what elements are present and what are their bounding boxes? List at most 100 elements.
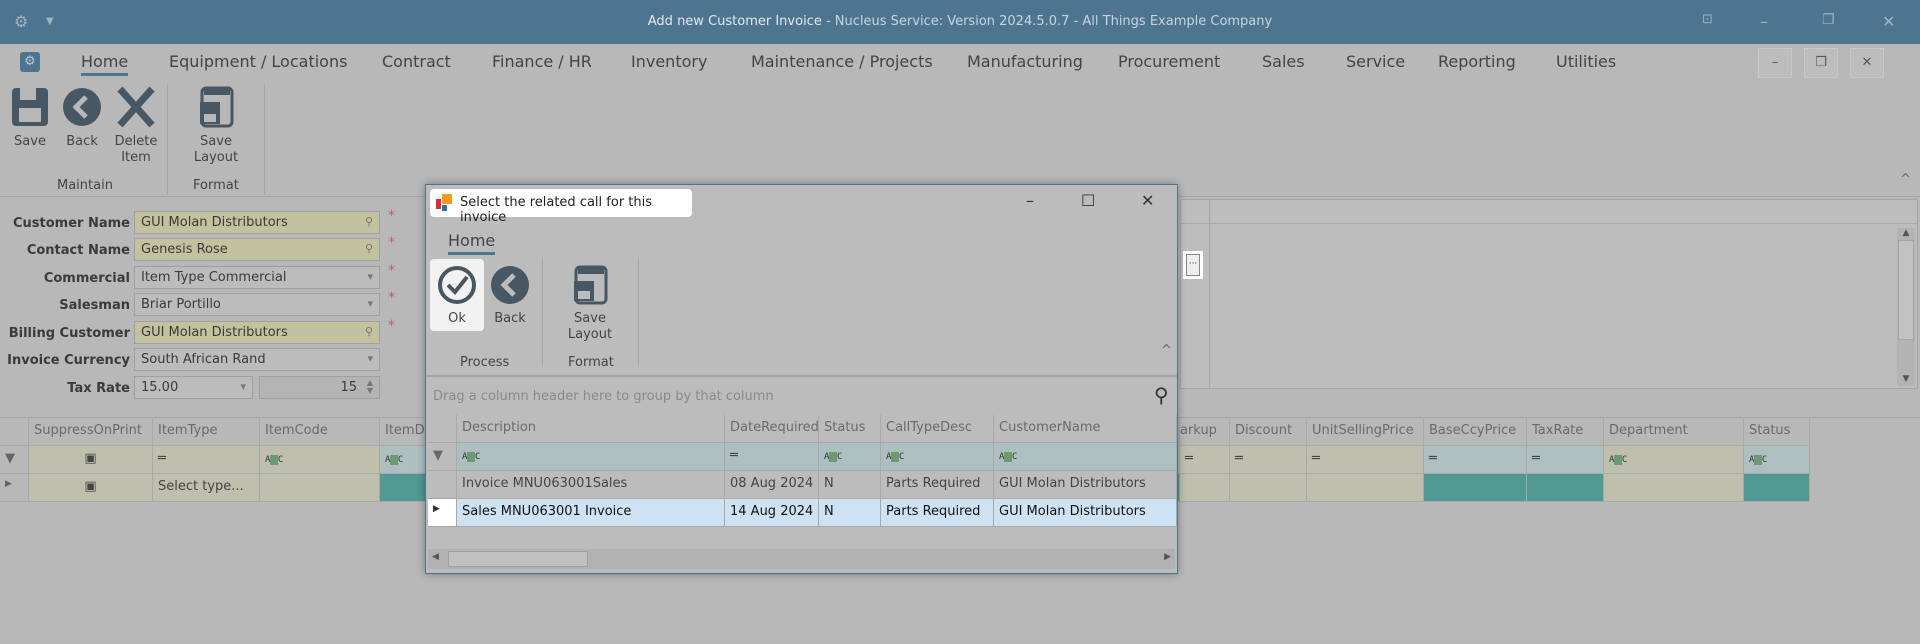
tab-contract[interactable]: Contract [382,52,451,71]
column-header[interactable]: Description [457,415,725,443]
customer-name-field[interactable]: GUI Molan Distributors ⚲ [134,211,380,234]
column-header[interactable]: TaxRate [1527,418,1604,446]
collapse-ribbon-icon[interactable]: ^ [1161,343,1172,358]
discount-cell[interactable] [1230,474,1307,502]
scroll-thumb[interactable] [448,551,588,567]
billing-customer-field[interactable]: GUI Molan Distributors ⚲ [134,321,380,344]
date-required-cell[interactable]: 14 Aug 2024 [725,499,819,527]
tax-rate-spinner[interactable]: 15 ▲ ▼ [259,376,380,399]
search-icon[interactable]: ⚲ [365,242,373,255]
column-header[interactable]: ItemType [153,418,260,446]
delete-item-button[interactable]: Delete Item [114,86,158,166]
tab-manufacturing[interactable]: Manufacturing [967,52,1083,71]
search-icon[interactable]: ⚲ [1154,383,1169,407]
item-code-cell[interactable] [260,474,380,502]
column-header[interactable]: arkup [1180,418,1230,446]
tab-sales[interactable]: Sales [1262,52,1305,71]
scroll-up-icon[interactable]: ▲ [1897,228,1915,238]
tab-procurement[interactable]: Procurement [1118,52,1220,71]
group-by-panel[interactable]: Drag a column header here to group by th… [433,389,774,404]
save-layout-button[interactable]: Save Layout [176,86,256,166]
filter-equals[interactable]: ═ [1424,446,1527,474]
mdi-close-button[interactable]: ✕ [1850,48,1884,78]
column-header[interactable]: ItemCode [260,418,380,446]
filter-equals[interactable]: ═ [725,443,819,471]
commercial-dropdown[interactable]: Item Type Commercial ▾ [134,266,380,289]
save-button[interactable]: Save [10,86,50,150]
filter-icon[interactable]: ▼ [0,446,29,474]
filter-equals[interactable]: ═ [1230,446,1307,474]
status-cell[interactable]: N [819,499,881,527]
tab-home[interactable]: Home [81,52,129,76]
suppress-checkbox[interactable]: ▣ [29,474,153,502]
column-header[interactable]: Status [1744,418,1810,446]
spin-arrows-icon[interactable]: ▲ ▼ [367,379,373,395]
filter-icon[interactable]: ▼ [428,443,457,471]
restore-button[interactable]: ❐ [1822,12,1835,28]
table-row[interactable]: Invoice MNU063001Sales 08 Aug 2024 N Par… [428,471,1177,499]
tab-reporting[interactable]: Reporting [1438,52,1516,71]
customer-name-cell[interactable]: GUI Molan Distributors [994,499,1177,527]
scroll-down-icon[interactable]: ▼ [1897,374,1915,384]
unit-selling-price-cell[interactable] [1307,474,1424,502]
salesman-dropdown[interactable]: Briar Portillo ▾ [134,293,380,316]
filter-equals[interactable]: ═ [1180,446,1230,474]
filter-text[interactable]: ABC [1744,446,1810,474]
description-cell[interactable]: Invoice MNU063001Sales [457,471,725,499]
filter-equals[interactable]: ═ [153,446,260,474]
close-button[interactable]: ✕ [1882,12,1895,31]
filter-equals[interactable]: ═ [1307,446,1424,474]
back-button[interactable]: Back [62,86,102,150]
filter-checkbox[interactable]: ▣ [29,446,153,474]
dialog-save-layout-button[interactable]: Save Layout [550,265,630,343]
mdi-restore-button[interactable]: ❐ [1804,48,1838,78]
column-header[interactable]: DateRequired [725,415,819,443]
search-icon[interactable]: ⚲ [365,215,373,228]
ok-button[interactable]: Ok [430,259,484,331]
column-header[interactable]: BaseCcyPrice [1424,418,1527,446]
scroll-thumb[interactable] [1898,240,1914,340]
tab-equipment-locations[interactable]: Equipment / Locations [169,52,347,71]
dialog-minimize-button[interactable]: – [1026,191,1034,210]
filter-text[interactable]: ABC [819,443,881,471]
filter-text[interactable]: ABC [881,443,994,471]
date-required-cell[interactable]: 08 Aug 2024 [725,471,819,499]
collapse-ribbon-icon[interactable]: ^ [1900,172,1911,187]
tab-inventory[interactable]: Inventory [631,52,707,71]
status-cell[interactable]: N [819,471,881,499]
tab-finance-hr[interactable]: Finance / HR [492,52,592,71]
scroll-left-icon[interactable]: ◀ [432,552,439,562]
vertical-scrollbar[interactable]: ▲ ▼ [1897,228,1915,386]
tab-service[interactable]: Service [1346,52,1405,71]
column-header[interactable]: Status [819,415,881,443]
invoice-currency-dropdown[interactable]: South African Rand ▾ [134,348,380,371]
filter-text[interactable]: ABC [994,443,1177,471]
call-type-cell[interactable]: Parts Required [881,499,994,527]
horizontal-scrollbar[interactable]: ◀ ▶ [428,549,1175,569]
mdi-minimize-button[interactable]: – [1758,48,1792,78]
table-row-selected[interactable]: ▶ Sales MNU063001 Invoice 14 Aug 2024 N … [428,499,1177,527]
column-header[interactable]: UnitSellingPrice [1307,418,1424,446]
tax-rate-dropdown[interactable]: 15.00 ▾ [134,376,253,399]
tab-utilities[interactable]: Utilities [1556,52,1616,71]
item-type-cell[interactable]: Select type... [153,474,260,502]
filter-text[interactable]: ABC [1604,446,1744,474]
department-cell[interactable] [1604,474,1744,502]
search-icon[interactable]: ⚲ [365,325,373,338]
call-type-cell[interactable]: Parts Required [881,471,994,499]
column-header[interactable]: SuppressOnPrint [29,418,153,446]
column-header[interactable]: CustomerName [994,415,1177,443]
column-header[interactable]: CallTypeDesc [881,415,994,443]
column-header[interactable]: Department [1604,418,1744,446]
filter-text[interactable]: ABC [457,443,725,471]
customer-name-cell[interactable]: GUI Molan Distributors [994,471,1177,499]
tab-maintenance-projects[interactable]: Maintenance / Projects [751,52,933,71]
dialog-back-button[interactable]: Back [490,265,530,327]
dialog-close-button[interactable]: ✕ [1141,191,1154,210]
ellipsis-button[interactable]: ··· [1186,254,1200,276]
column-header[interactable]: Discount [1230,418,1307,446]
minimize-button[interactable]: – [1760,12,1768,31]
dialog-tab-home[interactable]: Home [448,231,496,255]
description-cell[interactable]: Sales MNU063001 Invoice [457,499,725,527]
markup-cell[interactable] [1180,474,1230,502]
